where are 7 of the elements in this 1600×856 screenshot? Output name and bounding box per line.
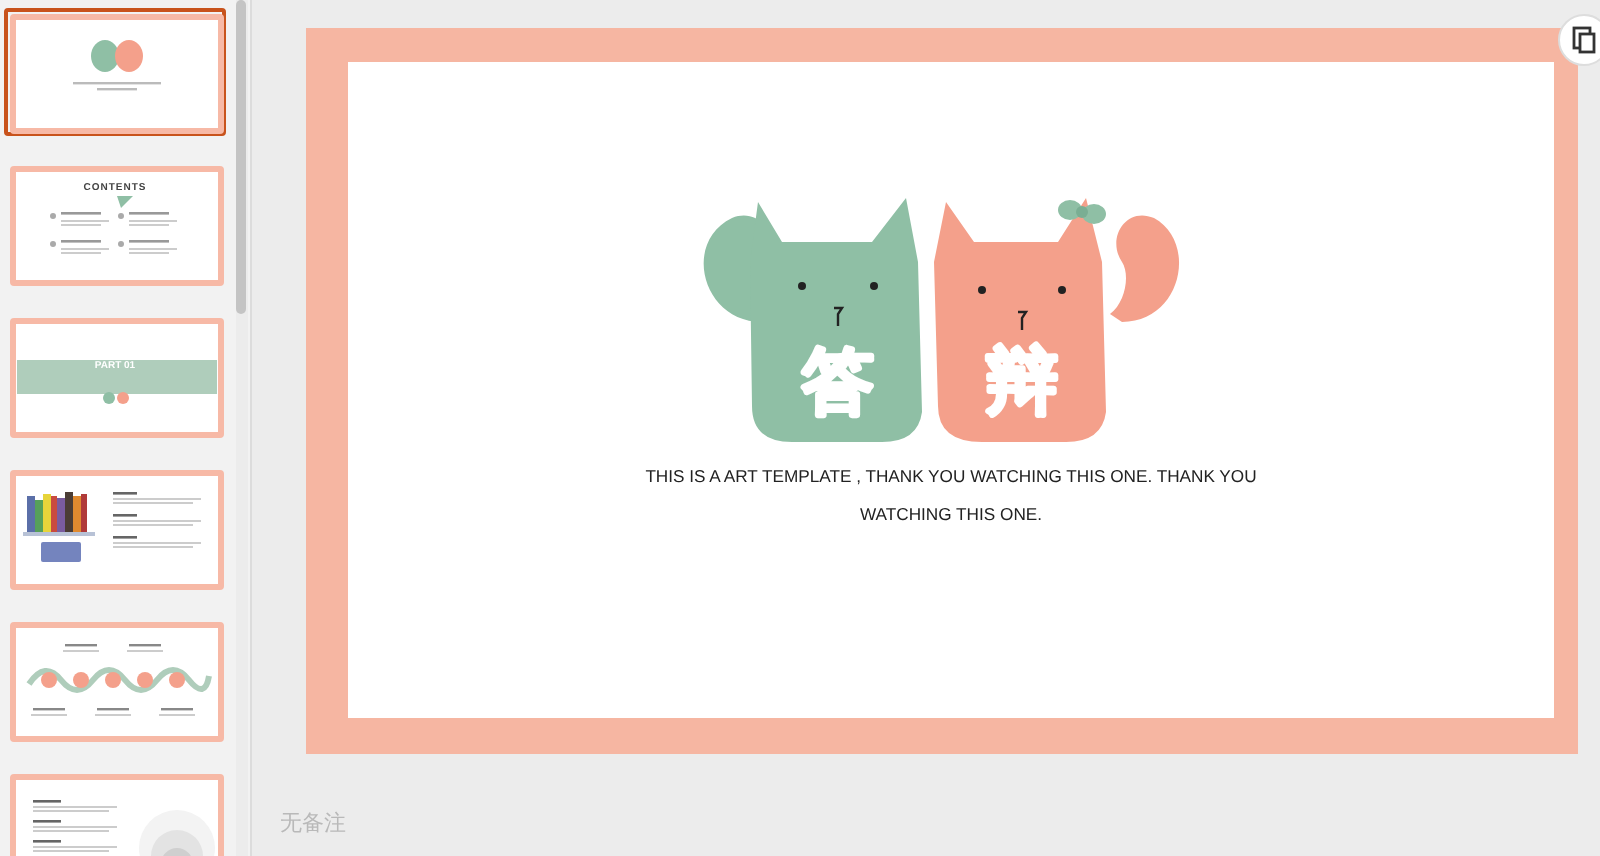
slide-icon-button[interactable] <box>1558 14 1600 66</box>
slide-title-char: 辩 <box>985 340 1057 422</box>
scrollbar-thumb[interactable] <box>236 0 246 314</box>
scrollbar[interactable] <box>236 0 248 856</box>
slide-title-char: 答 <box>801 340 873 422</box>
slide-caption: THIS IS A ART TEMPLATE , THANK YOU WATCHING THIS ONE. THANK YOU WATCHING THIS ONE. <box>643 464 1259 528</box>
slide-icon <box>1572 26 1596 54</box>
